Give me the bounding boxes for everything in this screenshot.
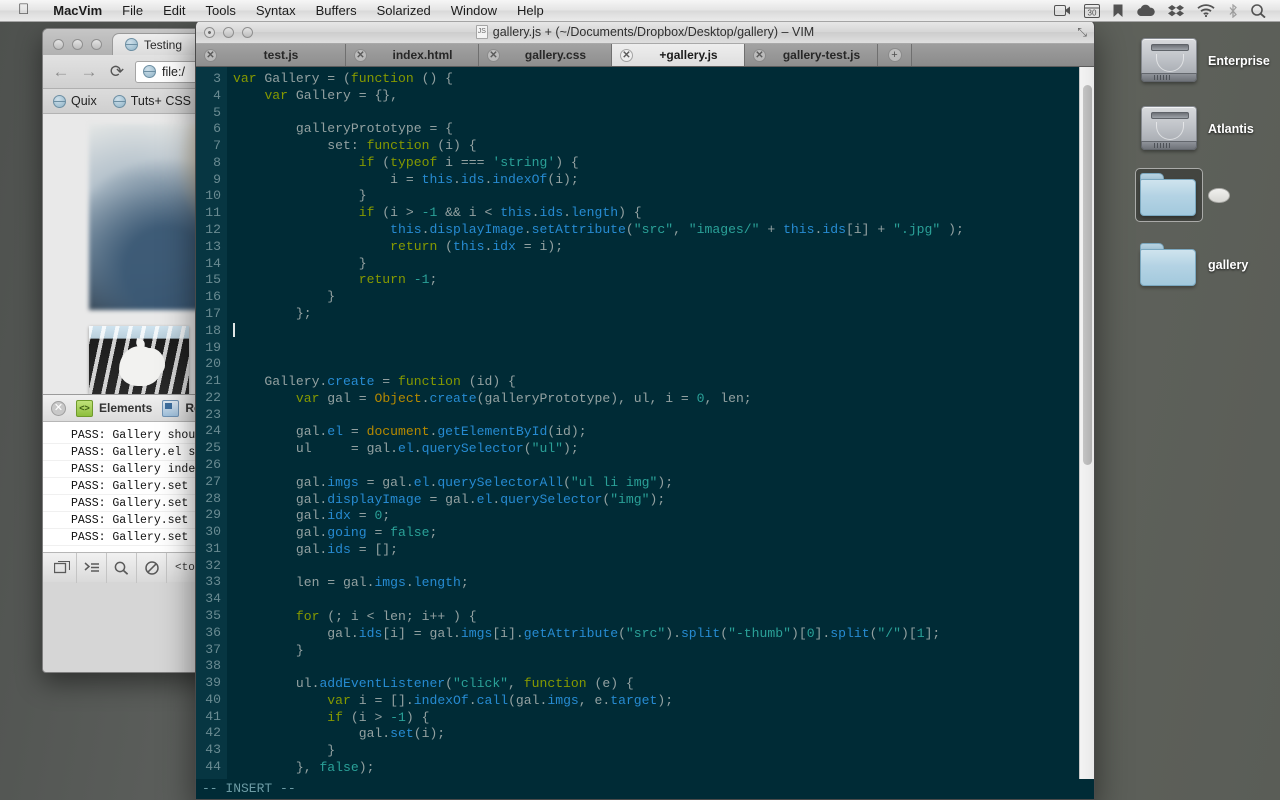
menu-item-window[interactable]: Window: [441, 3, 507, 18]
close-icon[interactable]: ✕: [753, 48, 766, 62]
vertical-scrollbar[interactable]: [1079, 67, 1094, 779]
tabbar-filler: [912, 44, 1094, 66]
minimize-button[interactable]: [223, 26, 234, 38]
desktop-icon-gallery[interactable]: gallery: [1138, 240, 1258, 290]
back-button[interactable]: ←: [51, 62, 71, 82]
tab-label: gallery.css: [524, 48, 587, 62]
zoom-button[interactable]: [242, 26, 253, 38]
devtools-tab-label: Elements: [99, 401, 153, 415]
desktop-icon-selected-folder[interactable]: [1135, 168, 1258, 222]
gallery-thumbnail[interactable]: [89, 326, 189, 394]
close-icon[interactable]: ✕: [620, 48, 633, 62]
svg-text:30: 30: [1088, 8, 1097, 17]
menu-item-buffers[interactable]: Buffers: [306, 3, 367, 18]
menubar-status-area: 30: [1054, 3, 1280, 18]
browser-tab-label: Testing: [144, 37, 183, 52]
menu-item-file[interactable]: File: [112, 3, 153, 18]
new-tab-button[interactable]: +: [878, 44, 912, 66]
zoom-button[interactable]: [91, 39, 102, 50]
window-title-group: JS gallery.js + (~/Documents/Dropbox/Des…: [196, 25, 1094, 39]
desktop-icon-atlantis[interactable]: Atlantis: [1138, 100, 1258, 158]
menu-item-syntax[interactable]: Syntax: [246, 3, 306, 18]
desktop-icon-label: Atlantis: [1208, 122, 1254, 136]
tab-label: test.js: [263, 48, 299, 62]
fullscreen-icon[interactable]: ⤡: [1077, 25, 1087, 40]
code-viewport[interactable]: 3 4 5 6 7 8 9 10 11 12 13 14 15 16 17 18…: [196, 67, 1094, 779]
desktop-icon-enterprise[interactable]: Enterprise: [1138, 32, 1270, 90]
bookmark-tutsplus-css[interactable]: Tuts+ CSS: [112, 94, 192, 108]
tab-index-html[interactable]: ✕ index.html: [346, 44, 479, 66]
bluetooth-icon[interactable]: [1228, 3, 1238, 18]
window-title: gallery.js + (~/Documents/Dropbox/Deskto…: [492, 25, 815, 39]
tab-label: +gallery.js: [659, 48, 718, 62]
bookmark-quix[interactable]: Quix: [53, 94, 97, 108]
window-traffic-lights[interactable]: [196, 26, 253, 38]
tab-gallery-test-js[interactable]: ✕ gallery-test.js: [745, 44, 878, 66]
harddrive-icon: [1138, 100, 1200, 158]
resources-icon: [162, 399, 180, 417]
menu-item-solarized[interactable]: Solarized: [367, 3, 441, 18]
calendar-icon[interactable]: 30: [1084, 3, 1100, 18]
tab-gallery-js[interactable]: ✕ +gallery.js: [612, 44, 745, 66]
line-number-gutter: 3 4 5 6 7 8 9 10 11 12 13 14 15 16 17 18…: [196, 67, 227, 779]
folder-icon: [1135, 168, 1203, 222]
bookmark-label: Tuts+ CSS: [130, 94, 192, 108]
vim-status-line: -- INSERT --: [196, 779, 1094, 799]
favicon-globe-icon: [112, 94, 126, 108]
menu-item-macvim[interactable]: MacVim: [43, 3, 112, 18]
forward-button[interactable]: →: [79, 62, 99, 82]
clear-console-icon[interactable]: [137, 552, 167, 583]
page-globe-icon: [143, 65, 156, 78]
rename-bubble-icon: [1208, 187, 1230, 203]
cloud-icon[interactable]: [1136, 4, 1155, 17]
screen-recording-icon[interactable]: [1054, 4, 1071, 17]
elements-icon: <>: [76, 399, 93, 417]
close-icon[interactable]: ✕: [204, 48, 217, 62]
dropbox-icon[interactable]: [1168, 4, 1184, 18]
devtools-close-icon[interactable]: ✕: [51, 400, 66, 416]
close-icon[interactable]: ✕: [487, 48, 500, 62]
tab-test-js[interactable]: ✕ test.js: [196, 44, 346, 66]
macvim-titlebar[interactable]: JS gallery.js + (~/Documents/Dropbox/Des…: [196, 21, 1094, 44]
favicon-globe-icon: [125, 38, 138, 51]
desktop-icon-label: gallery: [1208, 258, 1249, 272]
bookmark-icon[interactable]: [1113, 4, 1123, 18]
scrollbar-thumb[interactable]: [1083, 85, 1092, 465]
macvim-tabbar: ✕ test.js ✕ index.html ✕ gallery.css ✕ +…: [196, 44, 1094, 67]
reload-button[interactable]: ⟳: [107, 62, 127, 82]
close-icon[interactable]: ✕: [354, 48, 367, 62]
code-text-area[interactable]: var Gallery = (function () { var Gallery…: [227, 67, 1094, 779]
desktop-icon-label: Enterprise: [1208, 54, 1270, 68]
tab-label: index.html: [392, 48, 453, 62]
apple-logo-icon: [119, 346, 161, 386]
wifi-icon[interactable]: [1197, 4, 1215, 17]
minimize-button[interactable]: [72, 39, 83, 50]
macos-menubar:  MacVim File Edit Tools Syntax Buffers …: [0, 0, 1280, 22]
bookmark-label: Quix: [71, 94, 97, 108]
macvim-editor[interactable]: 3 4 5 6 7 8 9 10 11 12 13 14 15 16 17 18…: [196, 67, 1094, 779]
plus-icon: +: [887, 48, 902, 62]
window-traffic-lights[interactable]: [51, 39, 112, 55]
search-icon[interactable]: [107, 552, 137, 583]
menu-item-tools[interactable]: Tools: [196, 3, 246, 18]
menu-item-edit[interactable]: Edit: [153, 3, 195, 18]
folder-icon: [1138, 240, 1200, 290]
close-button[interactable]: [204, 26, 215, 38]
close-button[interactable]: [53, 39, 64, 50]
favicon-globe-icon: [53, 94, 66, 108]
tab-gallery-css[interactable]: ✕ gallery.css: [479, 44, 612, 66]
apple-menu-icon[interactable]: : [0, 2, 43, 17]
devtools-tab-elements[interactable]: <> Elements: [76, 399, 153, 417]
dom-breadcrumb[interactable]: <to: [167, 562, 195, 574]
menu-item-help[interactable]: Help: [507, 3, 554, 18]
spotlight-search-icon[interactable]: [1251, 3, 1266, 18]
console-icon[interactable]: [77, 552, 107, 583]
harddrive-icon: [1138, 32, 1200, 90]
js-document-icon: JS: [475, 25, 488, 39]
macvim-window[interactable]: JS gallery.js + (~/Documents/Dropbox/Des…: [195, 20, 1095, 800]
address-bar-value: file:/: [162, 64, 185, 79]
tab-label: gallery-test.js: [782, 48, 861, 62]
dock-icon[interactable]: [47, 552, 77, 583]
